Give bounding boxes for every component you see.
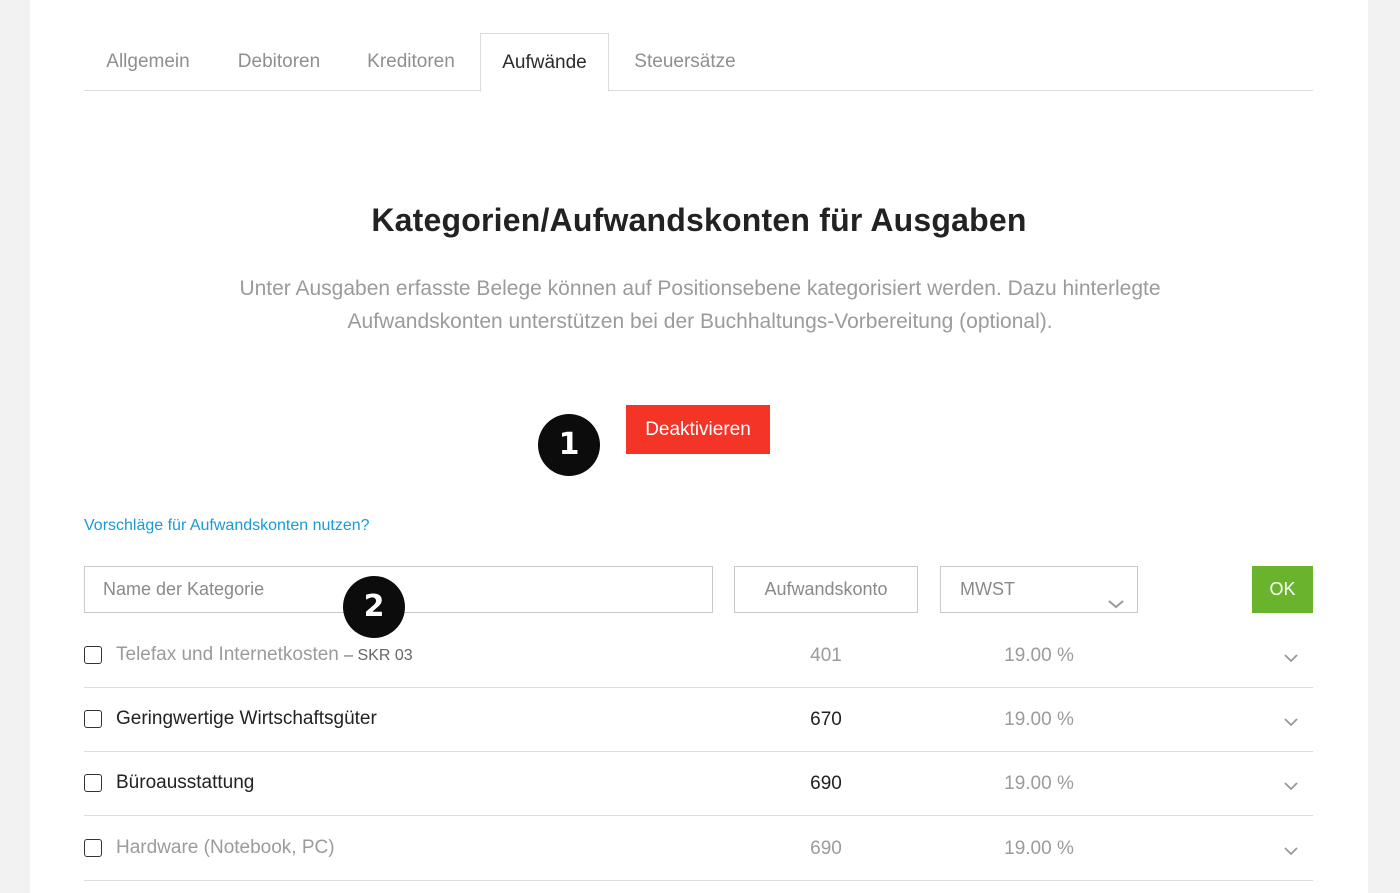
- row-checkbox[interactable]: [84, 710, 102, 728]
- chevron-down-icon[interactable]: [1283, 778, 1299, 796]
- category-name: Hardware (Notebook, PC): [116, 837, 335, 858]
- row-checkbox[interactable]: [84, 839, 102, 857]
- category-name: Geringwertige Wirtschaftsgüter: [116, 708, 377, 729]
- step-marker-1: 1: [538, 414, 600, 476]
- category-vat-rate: 19.00 %: [1004, 773, 1074, 794]
- category-account: 690: [810, 773, 842, 794]
- tab-bar: Allgemein Debitoren Kreditoren Aufwände …: [84, 33, 1313, 92]
- chevron-down-icon: [1107, 582, 1125, 627]
- settings-panel: Allgemein Debitoren Kreditoren Aufwände …: [30, 0, 1368, 893]
- category-row: Geringwertige Wirtschaftsgüter 670 19.00…: [84, 688, 1313, 752]
- category-name-text: Telefax und Internetkosten: [116, 644, 339, 665]
- vat-select[interactable]: MWST: [940, 566, 1138, 613]
- category-row: Büroausstattung 690 19.00 %: [84, 752, 1313, 816]
- page-description-line-1: Unter Ausgaben erfasste Belege können au…: [239, 277, 1161, 300]
- tab-allgemein[interactable]: Allgemein: [84, 33, 212, 91]
- page-description: Unter Ausgaben erfasste Belege können au…: [200, 272, 1200, 338]
- chevron-down-icon[interactable]: [1283, 650, 1299, 668]
- row-checkbox[interactable]: [84, 646, 102, 664]
- chevron-down-icon[interactable]: [1283, 843, 1299, 861]
- deactivate-button[interactable]: Deaktivieren: [626, 405, 770, 454]
- tab-debitoren[interactable]: Debitoren: [215, 33, 343, 91]
- tab-steuersaetze[interactable]: Steuersätze: [617, 33, 753, 91]
- category-vat-rate: 19.00 %: [1004, 838, 1074, 859]
- category-account: 401: [810, 645, 842, 666]
- category-account: 690: [810, 838, 842, 859]
- tab-kreditoren[interactable]: Kreditoren: [346, 33, 476, 91]
- ok-button[interactable]: OK: [1252, 566, 1313, 613]
- page-title: Kategorien/Aufwandskonten für Ausgaben: [371, 202, 1027, 238]
- expense-account-input[interactable]: [734, 566, 918, 613]
- row-checkbox[interactable]: [84, 774, 102, 792]
- category-account: 670: [810, 709, 842, 730]
- page-description-line-2: Aufwandskonten unterstützen bei der Buch…: [347, 310, 1053, 333]
- category-name: Telefax und Internetkosten – SKR 03: [116, 644, 413, 666]
- tab-aufwaende[interactable]: Aufwände: [480, 33, 609, 92]
- category-name: Büroausstattung: [116, 772, 255, 793]
- vat-select-value: MWST: [960, 579, 1015, 599]
- category-row: Hardware (Notebook, PC) 690 19.00 %: [84, 817, 1313, 881]
- category-tag: – SKR 03: [344, 647, 413, 664]
- suggestions-link[interactable]: Vorschläge für Aufwandskonten nutzen?: [84, 517, 370, 535]
- category-row: Telefax und Internetkosten – SKR 03 401 …: [84, 624, 1313, 688]
- chevron-down-icon[interactable]: [1283, 714, 1299, 732]
- category-vat-rate: 19.00 %: [1004, 645, 1074, 666]
- category-vat-rate: 19.00 %: [1004, 709, 1074, 730]
